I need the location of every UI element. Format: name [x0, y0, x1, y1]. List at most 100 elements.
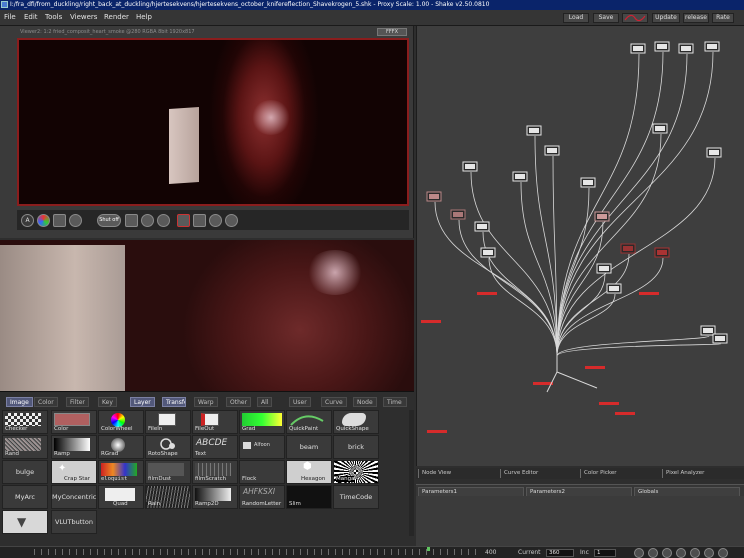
menu-edit[interactable]: Edit — [24, 13, 38, 21]
tool-rain[interactable]: Rain — [145, 485, 191, 509]
channel-a-button[interactable]: A — [21, 214, 34, 227]
error-node-bar[interactable] — [599, 402, 619, 405]
play-icon[interactable] — [690, 548, 700, 558]
current-frame-marker[interactable] — [427, 547, 430, 551]
tab-curve[interactable]: Curve — [321, 397, 347, 407]
tab-user[interactable]: User — [289, 397, 311, 407]
inc-field[interactable]: 1 — [594, 549, 616, 557]
tab-node-view[interactable]: Node View — [418, 469, 454, 478]
tool-rotoshape[interactable]: RotoShape — [145, 435, 191, 459]
tab-color[interactable]: Color — [34, 397, 58, 407]
node-graph[interactable] — [417, 26, 744, 466]
tool-ramp2d[interactable]: Ramp2D — [192, 485, 238, 509]
tab-transform[interactable]: Transform — [162, 397, 186, 407]
rewind-icon[interactable] — [634, 548, 644, 558]
tool-slim[interactable]: Slim — [286, 485, 332, 509]
tool-checker[interactable]: Checker — [2, 410, 48, 434]
update-button[interactable]: Update — [652, 13, 680, 23]
menu-file[interactable]: File — [4, 13, 16, 21]
tool-fileout[interactable]: FileOut — [192, 410, 238, 434]
load-button[interactable]: Load — [563, 13, 589, 23]
menu-tools[interactable]: Tools — [45, 13, 62, 21]
tool-rgrad[interactable]: RGrad — [98, 435, 144, 459]
tool-bulge[interactable]: bulge — [2, 460, 48, 484]
tab-pixel-analyzer[interactable]: Pixel Analyzer — [662, 469, 707, 478]
tool-myconcentric[interactable]: MyConcentric — [51, 485, 97, 509]
node-view[interactable] — [416, 26, 744, 466]
viewer-flag[interactable]: FFFX — [377, 28, 407, 36]
menu-help[interactable]: Help — [136, 13, 152, 21]
tab-image[interactable]: Image — [6, 397, 33, 407]
error-node-bar[interactable] — [427, 430, 447, 433]
step-forward-icon[interactable] — [704, 548, 714, 558]
tool-eloquist[interactable]: eloquist — [98, 460, 144, 484]
tab-filter[interactable]: Filter — [66, 397, 89, 407]
tab-all[interactable]: All — [257, 397, 273, 407]
tab-key[interactable]: Key — [98, 397, 117, 407]
tool-manga[interactable]: Manga — [333, 460, 379, 484]
tool-ramp[interactable]: Ramp — [51, 435, 97, 459]
tool-hexagon[interactable]: ⬢ Hexagon — [286, 460, 332, 484]
record-icon[interactable] — [177, 214, 190, 227]
menu-viewers[interactable]: Viewers — [70, 13, 97, 21]
error-node-bar[interactable] — [421, 320, 441, 323]
step-back-icon[interactable] — [648, 548, 658, 558]
timeline[interactable]: 400 Current 360 Inc 1 — [0, 546, 744, 558]
tool-filein[interactable]: FileIn — [145, 410, 191, 434]
current-frame-field[interactable]: 360 — [546, 549, 574, 557]
menu-render[interactable]: Render — [104, 13, 129, 21]
tab-other[interactable]: Other — [226, 397, 252, 407]
tool-text[interactable]: ABCDE Text — [192, 435, 238, 459]
refresh-icon[interactable] — [157, 214, 170, 227]
tool-timecode[interactable]: TimeCode — [333, 485, 379, 509]
tool-filmscratch[interactable]: filmScratch — [192, 460, 238, 484]
flipbook-icon[interactable] — [53, 214, 66, 227]
tab-parameters2[interactable]: Parameters2 — [526, 487, 632, 496]
error-node-bar[interactable] — [585, 366, 605, 369]
play-reverse-icon[interactable] — [662, 548, 672, 558]
stop-icon[interactable] — [676, 548, 686, 558]
rate-button[interactable]: Rate — [712, 13, 734, 23]
help-icon[interactable] — [209, 214, 222, 227]
tool-rand[interactable]: Rand — [2, 435, 48, 459]
lut-icon[interactable] — [69, 214, 82, 227]
tab-color-picker[interactable]: Color Picker — [580, 469, 620, 478]
tool-brick[interactable]: brick — [333, 435, 379, 459]
tool-myarc[interactable]: MyArc — [2, 485, 48, 509]
viewer-image[interactable] — [17, 38, 409, 206]
tab-parameters1[interactable]: Parameters1 — [418, 487, 524, 496]
tool-beam[interactable]: beam — [286, 435, 332, 459]
fast-forward-icon[interactable] — [718, 548, 728, 558]
error-node-bar[interactable] — [615, 412, 635, 415]
roi-icon[interactable] — [125, 214, 138, 227]
time-ruler[interactable] — [34, 549, 480, 555]
tool-grad[interactable]: Grad — [239, 410, 285, 434]
save-button[interactable]: Save — [593, 13, 619, 23]
view-settings-icon[interactable] — [225, 214, 238, 227]
tool-flock[interactable]: Flock — [239, 460, 285, 484]
error-node-bar[interactable] — [639, 292, 659, 295]
tool-quad[interactable]: Quad — [98, 485, 144, 509]
tab-time[interactable]: Time — [383, 397, 407, 407]
tool-filmdust[interactable]: filmDust — [145, 460, 191, 484]
tab-layer[interactable]: Layer — [130, 397, 155, 407]
tool-colorwheel[interactable]: ColorWheel — [98, 410, 144, 434]
tools-scrollbar[interactable] — [409, 410, 414, 536]
tool-crap-star[interactable]: ✦ Crap Star — [51, 460, 97, 484]
tool-vlut-icon[interactable]: ▼ — [2, 510, 48, 534]
error-node-bar[interactable] — [477, 292, 497, 295]
release-button[interactable]: release — [683, 13, 709, 23]
tab-node[interactable]: Node — [353, 397, 377, 407]
tool-quickpaint[interactable]: QuickPaint — [286, 410, 332, 434]
error-node-bar[interactable] — [533, 382, 553, 385]
tab-globals[interactable]: Globals — [634, 487, 740, 496]
compare-icon[interactable] — [141, 214, 154, 227]
tool-quickshape[interactable]: QuickShape — [333, 410, 379, 434]
tool-randomletter[interactable]: AHFKSXI RandomLetter — [239, 485, 285, 509]
tool-color[interactable]: Color — [51, 410, 97, 434]
shut-off-button[interactable]: Shut off — [97, 214, 121, 227]
color-channels-icon[interactable] — [37, 214, 50, 227]
tool-vlutbutton[interactable]: VLUTbutton — [51, 510, 97, 534]
tool-alfoon[interactable]: Alfoon — [239, 435, 285, 459]
tab-curve-editor[interactable]: Curve Editor — [500, 469, 541, 478]
